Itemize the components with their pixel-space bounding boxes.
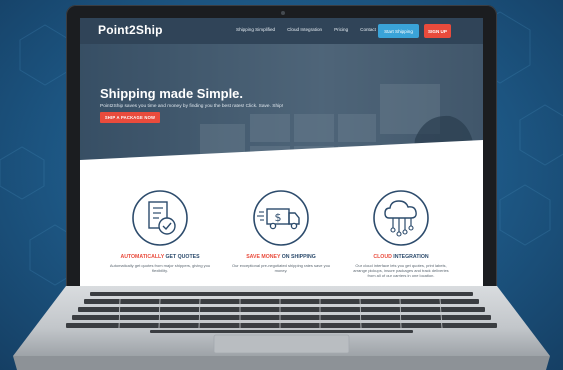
feature-title-rest: INTEGRATION — [391, 254, 429, 260]
document-check-icon — [132, 190, 188, 246]
feature-description: Our exceptional pre-negotiated shipping … — [231, 263, 331, 274]
nav-links: Shipping Simplified Cloud Integration Pr… — [236, 27, 376, 32]
camera-icon — [281, 11, 285, 15]
laptop-base — [13, 286, 550, 370]
feature-title: AUTOMATICALLY GET QUOTES — [100, 254, 220, 260]
cloud-network-icon — [373, 190, 429, 246]
trackpad — [213, 334, 350, 354]
brand-part2: 2 — [129, 23, 136, 37]
feature-title-rest: ON SHIPPING — [280, 254, 316, 260]
brand-logo[interactable]: Point2Ship — [98, 23, 163, 37]
site-navbar: Point2Ship Shipping Simplified Cloud Int… — [80, 18, 483, 44]
feature-description: Our cloud interface lets you get quotes,… — [353, 263, 449, 279]
hero-subtitle: Point2Ship saves you time and money by f… — [100, 104, 284, 109]
feature-title-rest: GET QUOTES — [164, 254, 200, 260]
feature-title: SAVE MONEY ON SHIPPING — [221, 254, 341, 260]
feature-title-highlight: CLOUD — [373, 254, 392, 260]
laptop-screen: Point2Ship Shipping Simplified Cloud Int… — [80, 18, 483, 288]
svg-text:$: $ — [275, 211, 282, 224]
brand-part3: Ship — [135, 23, 163, 37]
start-shipping-button[interactable]: Start Shipping — [378, 24, 419, 38]
feature-description: Automatically get quotes from major ship… — [109, 263, 211, 274]
ship-package-button[interactable]: SHIP A PACKAGE NOW — [100, 112, 160, 123]
features-section: AUTOMATICALLY GET QUOTES Automatically g… — [80, 184, 483, 288]
nav-link-pricing[interactable]: Pricing — [334, 27, 348, 32]
nav-link-contact[interactable]: Contact — [360, 27, 376, 32]
brand-part1: Point — [98, 23, 129, 37]
feature-title-highlight: SAVE MONEY — [246, 254, 281, 260]
nav-link-cloud-integration[interactable]: Cloud Integration — [287, 27, 322, 32]
nav-link-shipping-simplified[interactable]: Shipping Simplified — [236, 27, 275, 32]
truck-dollar-icon: $ — [253, 190, 309, 246]
hero-diagonal-divider — [80, 140, 483, 184]
signup-button[interactable]: SIGN UP — [424, 24, 451, 38]
feature-title-highlight: AUTOMATICALLY — [120, 254, 165, 260]
hero-title: Shipping made Simple. — [100, 86, 244, 101]
feature-title: CLOUD INTEGRATION — [341, 254, 461, 260]
